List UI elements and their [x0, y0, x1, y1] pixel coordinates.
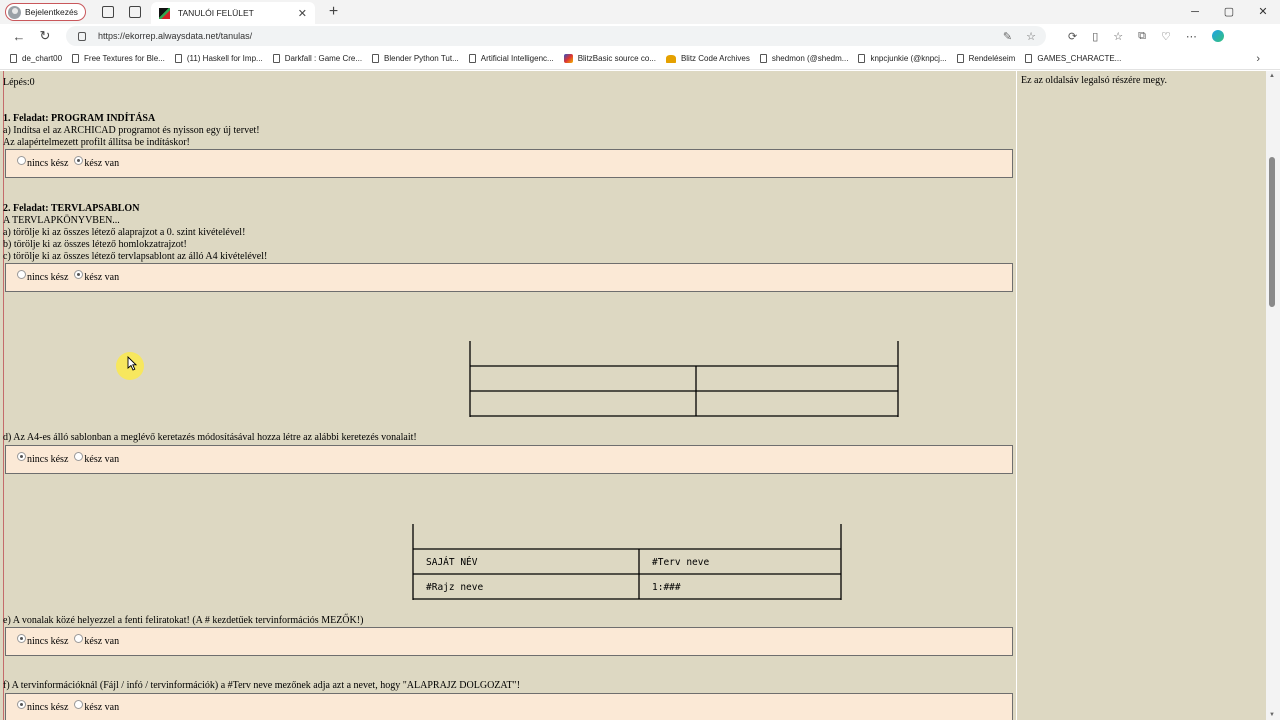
bookmark-item[interactable]: de_chart00	[10, 54, 62, 63]
frame-cell-label: SAJÁT NÉV	[426, 557, 478, 568]
maximize-icon[interactable]: ▢	[1212, 0, 1246, 24]
back-icon[interactable]: ←	[12, 29, 26, 44]
chevron-right-icon[interactable]: ›	[1256, 53, 1260, 65]
browser-essentials-icon[interactable]: ♡	[1161, 30, 1171, 43]
lock-icon[interactable]	[78, 31, 86, 41]
doc-icon	[468, 54, 476, 63]
new-tab-icon[interactable]: +	[329, 3, 338, 21]
doc-icon	[759, 54, 767, 63]
task2-radio-not-done[interactable]	[17, 270, 26, 279]
reload-icon[interactable]: ↻	[38, 28, 52, 44]
bookmark-item[interactable]: Rendeléseim	[956, 54, 1015, 63]
task-e-status-box: nincs kész kész van	[5, 627, 1013, 656]
doc-icon	[1025, 54, 1033, 63]
blitz-archive-icon	[665, 54, 676, 63]
copilot-icon[interactable]	[1211, 29, 1224, 42]
task-d-text: d) Az A4-es álló sablonban a meglévő ker…	[3, 432, 417, 443]
task2-radio-done[interactable]	[74, 270, 84, 279]
bookmark-item[interactable]: shedmon (@shedm...	[759, 54, 848, 63]
extensions-icon[interactable]: ⟳	[1068, 30, 1077, 43]
bookmarks-bar: de_chart00 Free Textures for Ble... (11)…	[0, 48, 1280, 70]
task1-radio-done[interactable]	[74, 156, 84, 165]
scrollbar-thumb[interactable]	[1269, 157, 1275, 307]
page-sidebar: Ez az oldalsáv legalsó részére megy.	[1016, 71, 1266, 720]
task-f-status-box: nincs kész kész van	[5, 693, 1013, 720]
bookmark-item[interactable]: GAMES_CHARACTE...	[1025, 54, 1121, 63]
task1-line: Az alapértelmezett profilt állítsa be in…	[3, 137, 190, 148]
task2-line: a) törölje ki az összes létező alaprajzo…	[3, 227, 246, 238]
bookmark-item[interactable]: Free Textures for Ble...	[72, 54, 165, 63]
window-controls: ─ ▢ ✕	[1178, 0, 1280, 24]
frame-cell-label: #Rajz neve	[426, 582, 484, 593]
doc-icon	[174, 54, 182, 63]
task-e-radio-done[interactable]	[74, 634, 84, 643]
task-f-text: f) A tervinformációknál (Fájl / infó / t…	[3, 680, 521, 691]
step-counter: Lépés:0	[3, 77, 35, 88]
doc-icon	[372, 54, 380, 63]
avatar-icon	[8, 5, 21, 19]
mouse-cursor-icon	[127, 356, 137, 371]
sidebar-text: Ez az oldalsáv legalsó részére megy.	[1021, 75, 1167, 86]
scroll-down-icon[interactable]: ▼	[1269, 712, 1275, 718]
task1-title: 1. Feladat: PROGRAM INDÍTÁSA	[3, 113, 156, 124]
favorites-icon[interactable]: ☆	[1113, 30, 1123, 43]
site-favicon-icon	[158, 7, 170, 19]
doc-icon	[858, 54, 866, 63]
bookmark-item[interactable]: Artificial Intelligenc...	[468, 54, 554, 63]
page-scrollbar[interactable]: ▲ ▼	[1266, 71, 1280, 720]
task-d-status-box: nincs kész kész van	[5, 445, 1013, 474]
close-tab-icon[interactable]: ✕	[298, 7, 307, 20]
workspaces-icon[interactable]	[101, 6, 114, 18]
task2-title: 2. Feladat: TERVLAPSABLON	[3, 203, 140, 214]
vertical-tabs-icon[interactable]	[128, 6, 141, 18]
minimize-icon[interactable]: ─	[1178, 0, 1212, 24]
task2-line: b) törölje ki az összes létező homlokzat…	[3, 239, 187, 250]
bookmark-item[interactable]: BlitzBasic source co...	[563, 54, 656, 63]
doc-icon	[10, 54, 17, 63]
tab-title: TANULÓI FELÜLET	[177, 8, 254, 18]
bookmark-item[interactable]: knpcjunkie (@knpcj...	[858, 54, 947, 63]
task2-status-box: nincs kész kész van	[5, 263, 1013, 292]
doc-icon	[72, 54, 80, 63]
bookmark-item[interactable]: (11) Haskell for Imp...	[174, 54, 263, 63]
address-toolbar: ← ↻ https://ekorrep.alwaysdata.net/tanul…	[0, 24, 1280, 48]
split-screen-icon[interactable]: ▯	[1092, 30, 1098, 43]
task-f-radio-done[interactable]	[74, 700, 84, 709]
url-text: https://ekorrep.alwaysdata.net/tanulas/	[98, 31, 253, 41]
profile-label: Bejelentkezés	[25, 7, 78, 17]
active-tab[interactable]: TANULÓI FELÜLET ✕	[150, 2, 315, 24]
task1-line: a) Indítsa el az ARCHICAD programot és n…	[3, 125, 260, 136]
favorite-star-icon[interactable]: ☆	[1026, 30, 1036, 43]
read-aloud-icon[interactable]: ✎	[1003, 30, 1012, 43]
doc-icon	[956, 54, 964, 63]
browser-tools: ⟳ ▯ ☆ ⧉ ♡ ⋯	[1068, 29, 1224, 43]
task-f-radio-not-done[interactable]	[17, 700, 26, 709]
task-d-radio-done[interactable]	[74, 452, 84, 461]
task1-radio-not-done[interactable]	[17, 156, 26, 165]
scroll-up-icon[interactable]: ▲	[1269, 73, 1275, 79]
frame-cell-label: 1:###	[652, 582, 681, 593]
task1-status-box: nincs kész kész van	[5, 149, 1013, 178]
address-bar[interactable]: https://ekorrep.alwaysdata.net/tanulas/ …	[66, 26, 1046, 46]
frame-diagram-labeled: SAJÁT NÉV #Terv neve #Rajz neve 1:###	[411, 522, 845, 602]
page-viewport: Lépés:0 1. Feladat: PROGRAM INDÍTÁSA a) …	[0, 71, 1280, 720]
task-e-text: e) A vonalak közé helyezzel a fenti feli…	[3, 615, 364, 626]
frame-cell-label: #Terv neve	[652, 557, 710, 568]
task2-line: A TERVLAPKÖNYVBEN...	[3, 215, 120, 226]
browser-tab-bar: Bejelentkezés TANULÓI FELÜLET ✕ + ─ ▢ ✕	[0, 0, 1280, 24]
bookmark-item[interactable]: Blender Python Tut...	[372, 54, 459, 63]
doc-icon	[272, 54, 280, 63]
frame-diagram-empty	[469, 341, 899, 417]
settings-menu-icon[interactable]: ⋯	[1186, 30, 1197, 43]
task2-line: c) törölje ki az összes létező tervlapsa…	[3, 251, 268, 262]
close-window-icon[interactable]: ✕	[1246, 0, 1280, 24]
profile-button[interactable]: Bejelentkezés	[5, 3, 86, 21]
bookmark-item[interactable]: Blitz Code Archives	[665, 54, 750, 63]
collections-icon[interactable]: ⧉	[1138, 30, 1146, 43]
task-e-radio-not-done[interactable]	[17, 634, 26, 643]
blitz-icon	[563, 54, 573, 63]
task-d-radio-not-done[interactable]	[17, 452, 26, 461]
bookmark-item[interactable]: Darkfall : Game Cre...	[272, 54, 362, 63]
